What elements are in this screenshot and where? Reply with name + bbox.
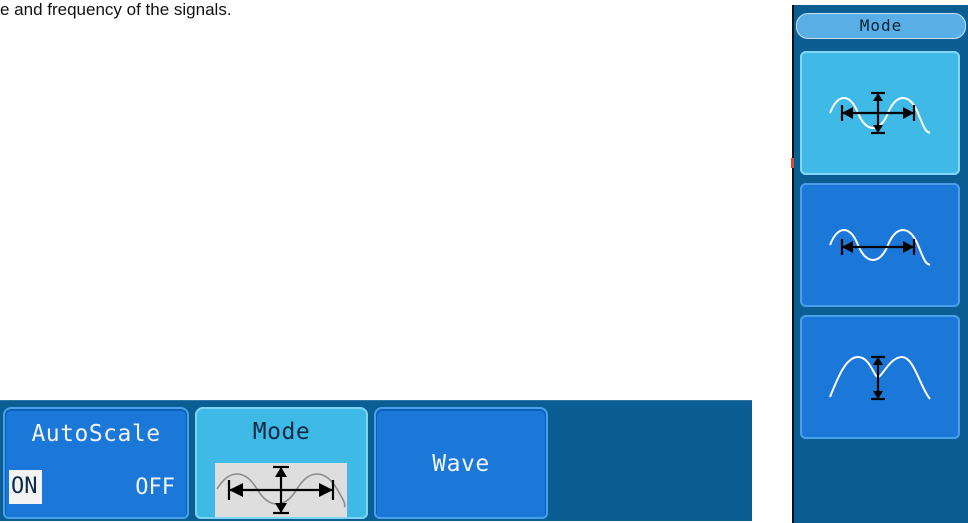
side-panel-title: Mode (796, 13, 966, 39)
wave-button[interactable]: Wave (374, 407, 548, 519)
autoscale-button[interactable]: AutoScale ON OFF (3, 407, 189, 519)
horizontal-measure-icon (829, 229, 931, 266)
bottom-function-menu: AutoScale ON OFF Mode Wave (0, 400, 752, 521)
wave-label: Wave (432, 451, 490, 477)
horizontal-vertical-measure-icon (829, 91, 931, 135)
vertical-measure-icon (829, 355, 931, 401)
autoscale-label: AutoScale (31, 421, 161, 447)
mode-preview-box (215, 463, 347, 517)
autoscale-options: ON OFF (9, 469, 183, 505)
mode-option-horizontal[interactable] (800, 183, 960, 307)
autoscale-off-option[interactable]: OFF (135, 475, 183, 500)
mode-button[interactable]: Mode (195, 407, 368, 519)
caption-text: e and frequency of the signals. (0, 0, 232, 19)
panel-indicator (791, 158, 794, 168)
horizontal-vertical-measure-icon (216, 465, 346, 515)
mode-label: Mode (252, 419, 311, 445)
mode-option-vertical[interactable] (800, 315, 960, 439)
autoscale-on-option[interactable]: ON (9, 470, 42, 504)
mode-option-horizontal-vertical[interactable] (800, 51, 960, 175)
mode-side-panel: Mode (791, 5, 968, 523)
